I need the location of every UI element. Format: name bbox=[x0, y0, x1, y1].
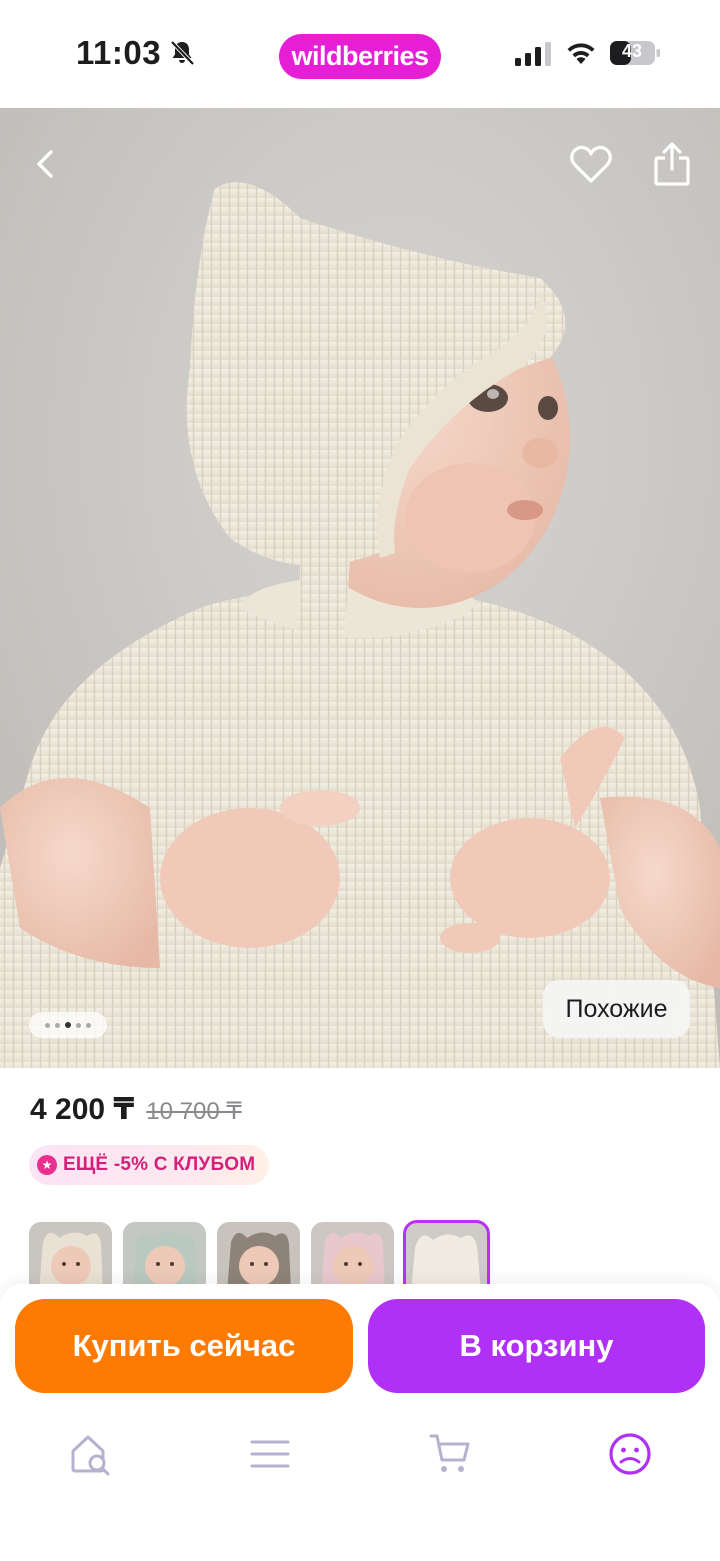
club-badge-label: ЕЩЁ -5% С КЛУБОМ bbox=[63, 1154, 256, 1175]
thumbnail-3[interactable] bbox=[217, 1222, 300, 1292]
time-label: 11:03 bbox=[76, 34, 162, 71]
wifi-icon bbox=[567, 43, 595, 64]
thumbnail-5-selected[interactable] bbox=[403, 1220, 490, 1294]
brand-logo[interactable]: wildberries bbox=[279, 34, 441, 79]
menu-icon bbox=[250, 1440, 290, 1468]
pagination-dot bbox=[76, 1022, 81, 1028]
tab-bar bbox=[0, 1424, 720, 1484]
profile-icon bbox=[609, 1433, 651, 1475]
star-icon: ★ bbox=[37, 1155, 57, 1175]
tab-profile[interactable] bbox=[600, 1424, 660, 1484]
pagination-dot bbox=[55, 1022, 60, 1028]
old-price: 10 700 ₸ bbox=[146, 1098, 242, 1125]
thumbnail-4[interactable] bbox=[311, 1222, 394, 1292]
favorite-button[interactable] bbox=[561, 134, 621, 194]
battery-icon: 43 bbox=[609, 40, 661, 66]
home-search-icon bbox=[71, 1435, 110, 1476]
bottom-panel: Купить сейчас В корзину bbox=[0, 1284, 720, 1561]
heart-icon bbox=[570, 145, 612, 183]
price-row: 4 200 ₸ 10 700 ₸ bbox=[30, 1092, 242, 1127]
color-thumbnails bbox=[29, 1220, 490, 1294]
pagination-dot-active bbox=[65, 1022, 71, 1028]
pagination-dot bbox=[86, 1022, 91, 1028]
current-price: 4 200 ₸ bbox=[30, 1093, 135, 1126]
pagination-dot bbox=[45, 1022, 50, 1028]
thumbnail-2[interactable] bbox=[123, 1222, 206, 1292]
similar-button[interactable]: Похожие bbox=[543, 980, 690, 1038]
battery-level: 43 bbox=[621, 41, 643, 61]
tab-catalog[interactable] bbox=[240, 1424, 300, 1484]
product-gallery[interactable]: Похожие bbox=[0, 108, 720, 1068]
tab-home[interactable] bbox=[60, 1424, 120, 1484]
cart-icon bbox=[429, 1434, 470, 1472]
add-to-cart-button[interactable]: В корзину bbox=[368, 1299, 705, 1393]
share-button[interactable] bbox=[642, 134, 702, 194]
chevron-left-icon bbox=[37, 150, 53, 178]
cellular-signal-icon bbox=[515, 42, 551, 66]
bell-muted-icon bbox=[170, 40, 195, 66]
club-discount-badge[interactable]: ★ ЕЩЁ -5% С КЛУБОМ bbox=[29, 1145, 270, 1185]
gallery-pagination bbox=[29, 1012, 107, 1038]
tab-cart[interactable] bbox=[420, 1424, 480, 1484]
thumbnail-1[interactable] bbox=[29, 1222, 112, 1292]
buy-now-button[interactable]: Купить сейчас bbox=[15, 1299, 353, 1393]
back-button[interactable] bbox=[16, 134, 76, 194]
share-icon bbox=[654, 142, 690, 186]
status-bar: 11:03 wildberries 43 bbox=[0, 0, 720, 108]
product-photo bbox=[0, 108, 720, 1068]
status-time: 11:03 bbox=[76, 34, 197, 72]
